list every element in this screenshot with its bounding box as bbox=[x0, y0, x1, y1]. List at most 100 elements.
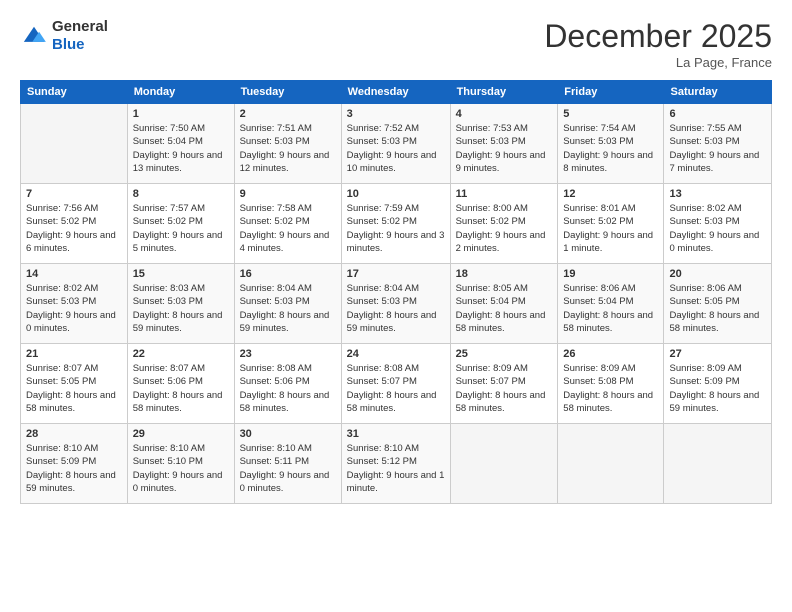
day-info: Sunrise: 8:04 AMSunset: 5:03 PMDaylight:… bbox=[347, 282, 445, 335]
day-info: Sunrise: 8:08 AMSunset: 5:06 PMDaylight:… bbox=[240, 362, 336, 415]
col-friday: Friday bbox=[558, 81, 664, 104]
calendar-cell: 16Sunrise: 8:04 AMSunset: 5:03 PMDayligh… bbox=[234, 264, 341, 344]
day-number: 14 bbox=[26, 268, 122, 280]
day-number: 11 bbox=[456, 188, 553, 200]
calendar-header-row: Sunday Monday Tuesday Wednesday Thursday… bbox=[21, 81, 772, 104]
calendar-cell: 30 Sunrise: 8:10 AMSunset: 5:11 PMDayligh… bbox=[234, 424, 341, 504]
calendar-cell: 24 Sunrise: 8:08 AMSunset: 5:07 PMDayligh… bbox=[341, 344, 450, 424]
page: General Blue December 2025 La Page, Fran… bbox=[0, 0, 792, 612]
day-number: 4 bbox=[456, 108, 553, 120]
calendar-cell: 11 Sunrise: 8:00 AMSunset: 5:02 PMDayligh… bbox=[450, 184, 558, 264]
day-number: 25 bbox=[456, 348, 553, 360]
calendar-cell: 13 Sunrise: 8:02 AMSunset: 5:03 PMDayligh… bbox=[664, 184, 772, 264]
day-number: 23 bbox=[240, 348, 336, 360]
day-info: Sunrise: 8:03 AMSunset: 5:03 PMDaylight:… bbox=[133, 282, 229, 335]
day-number: 26 bbox=[563, 348, 658, 360]
calendar-cell: 25Sunrise: 8:09 AMSunset: 5:07 PMDayligh… bbox=[450, 344, 558, 424]
calendar-cell: 4 Sunrise: 7:53 AMSunset: 5:03 PMDaylight… bbox=[450, 104, 558, 184]
calendar-cell: 21 Sunrise: 8:07 AMSunset: 5:05 PMDayligh… bbox=[21, 344, 128, 424]
day-info: Sunrise: 8:09 AMSunset: 5:08 PMDaylight:… bbox=[563, 362, 658, 415]
day-number: 28 bbox=[26, 428, 122, 440]
day-info: Sunrise: 8:07 AMSunset: 5:06 PMDaylight:… bbox=[133, 362, 229, 415]
day-info: Sunrise: 7:51 AMSunset: 5:03 PMDaylight:… bbox=[240, 122, 336, 175]
day-info: Sunrise: 7:59 AMSunset: 5:02 PMDaylight:… bbox=[347, 202, 445, 255]
day-number: 24 bbox=[347, 348, 445, 360]
day-info: Sunrise: 7:58 AMSunset: 5:02 PMDaylight:… bbox=[240, 202, 336, 255]
day-number: 18 bbox=[456, 268, 553, 280]
day-info: Sunrise: 8:07 AMSunset: 5:05 PMDaylight:… bbox=[26, 362, 122, 415]
calendar-cell: 3Sunrise: 7:52 AMSunset: 5:03 PMDaylight… bbox=[341, 104, 450, 184]
day-info: Sunrise: 8:04 AMSunset: 5:03 PMDaylight:… bbox=[240, 282, 336, 335]
month-title: December 2025 bbox=[544, 18, 772, 55]
day-info: Sunrise: 7:50 AMSunset: 5:04 PMDaylight:… bbox=[133, 122, 229, 175]
title-block: December 2025 La Page, France bbox=[544, 18, 772, 70]
logo-icon bbox=[20, 25, 48, 47]
calendar-cell: 28 Sunrise: 8:10 AMSunset: 5:09 PMDayligh… bbox=[21, 424, 128, 504]
day-info: Sunrise: 7:56 AMSunset: 5:02 PMDaylight:… bbox=[26, 202, 122, 255]
day-info: Sunrise: 8:01 AMSunset: 5:02 PMDaylight:… bbox=[563, 202, 658, 255]
day-number: 30 bbox=[240, 428, 336, 440]
day-number: 19 bbox=[563, 268, 658, 280]
calendar-week-row: 21 Sunrise: 8:07 AMSunset: 5:05 PMDayligh… bbox=[21, 344, 772, 424]
col-sunday: Sunday bbox=[21, 81, 128, 104]
day-info: Sunrise: 8:10 AMSunset: 5:11 PMDaylight:… bbox=[240, 442, 336, 495]
day-number: 9 bbox=[240, 188, 336, 200]
calendar-table: Sunday Monday Tuesday Wednesday Thursday… bbox=[20, 80, 772, 504]
day-info: Sunrise: 7:53 AMSunset: 5:03 PMDaylight:… bbox=[456, 122, 553, 175]
day-info: Sunrise: 8:10 AMSunset: 5:09 PMDaylight:… bbox=[26, 442, 122, 495]
day-info: Sunrise: 7:55 AMSunset: 5:03 PMDaylight:… bbox=[669, 122, 766, 175]
day-number: 31 bbox=[347, 428, 445, 440]
day-number: 10 bbox=[347, 188, 445, 200]
calendar-cell: 6 Sunrise: 7:55 AMSunset: 5:03 PMDaylight… bbox=[664, 104, 772, 184]
col-wednesday: Wednesday bbox=[341, 81, 450, 104]
day-info: Sunrise: 8:09 AMSunset: 5:09 PMDaylight:… bbox=[669, 362, 766, 415]
calendar-cell: 5 Sunrise: 7:54 AMSunset: 5:03 PMDaylight… bbox=[558, 104, 664, 184]
day-number: 29 bbox=[133, 428, 229, 440]
day-number: 12 bbox=[563, 188, 658, 200]
calendar-cell: 29 Sunrise: 8:10 AMSunset: 5:10 PMDayligh… bbox=[127, 424, 234, 504]
day-number: 13 bbox=[669, 188, 766, 200]
day-info: Sunrise: 8:06 AMSunset: 5:05 PMDaylight:… bbox=[669, 282, 766, 335]
calendar-week-row: 7 Sunrise: 7:56 AMSunset: 5:02 PMDaylight… bbox=[21, 184, 772, 264]
day-number: 7 bbox=[26, 188, 122, 200]
day-number: 1 bbox=[133, 108, 229, 120]
day-info: Sunrise: 8:08 AMSunset: 5:07 PMDaylight:… bbox=[347, 362, 445, 415]
day-info: Sunrise: 7:54 AMSunset: 5:03 PMDaylight:… bbox=[563, 122, 658, 175]
day-number: 2 bbox=[240, 108, 336, 120]
header: General Blue December 2025 La Page, Fran… bbox=[20, 18, 772, 70]
calendar-cell: 7 Sunrise: 7:56 AMSunset: 5:02 PMDaylight… bbox=[21, 184, 128, 264]
calendar-week-row: 1 Sunrise: 7:50 AMSunset: 5:04 PMDaylight… bbox=[21, 104, 772, 184]
day-number: 8 bbox=[133, 188, 229, 200]
calendar-cell: 26 Sunrise: 8:09 AMSunset: 5:08 PMDayligh… bbox=[558, 344, 664, 424]
logo-general-text: General bbox=[52, 18, 108, 35]
day-info: Sunrise: 8:02 AMSunset: 5:03 PMDaylight:… bbox=[669, 202, 766, 255]
calendar-week-row: 28 Sunrise: 8:10 AMSunset: 5:09 PMDayligh… bbox=[21, 424, 772, 504]
calendar-cell: 10 Sunrise: 7:59 AMSunset: 5:02 PMDayligh… bbox=[341, 184, 450, 264]
day-number: 5 bbox=[563, 108, 658, 120]
calendar-cell bbox=[450, 424, 558, 504]
day-info: Sunrise: 8:00 AMSunset: 5:02 PMDaylight:… bbox=[456, 202, 553, 255]
day-info: Sunrise: 8:05 AMSunset: 5:04 PMDaylight:… bbox=[456, 282, 553, 335]
day-number: 21 bbox=[26, 348, 122, 360]
day-number: 22 bbox=[133, 348, 229, 360]
calendar-cell: 12 Sunrise: 8:01 AMSunset: 5:02 PMDayligh… bbox=[558, 184, 664, 264]
calendar-cell: 23 Sunrise: 8:08 AMSunset: 5:06 PMDayligh… bbox=[234, 344, 341, 424]
calendar-cell: 14 Sunrise: 8:02 AMSunset: 5:03 PMDayligh… bbox=[21, 264, 128, 344]
logo-blue-text: Blue bbox=[52, 36, 85, 53]
col-tuesday: Tuesday bbox=[234, 81, 341, 104]
day-info: Sunrise: 8:06 AMSunset: 5:04 PMDaylight:… bbox=[563, 282, 658, 335]
day-number: 20 bbox=[669, 268, 766, 280]
calendar-cell bbox=[21, 104, 128, 184]
calendar-cell: 17Sunrise: 8:04 AMSunset: 5:03 PMDayligh… bbox=[341, 264, 450, 344]
day-number: 3 bbox=[347, 108, 445, 120]
calendar-cell: 19 Sunrise: 8:06 AMSunset: 5:04 PMDayligh… bbox=[558, 264, 664, 344]
day-info: Sunrise: 7:57 AMSunset: 5:02 PMDaylight:… bbox=[133, 202, 229, 255]
calendar-week-row: 14 Sunrise: 8:02 AMSunset: 5:03 PMDayligh… bbox=[21, 264, 772, 344]
day-info: Sunrise: 8:10 AMSunset: 5:12 PMDaylight:… bbox=[347, 442, 445, 495]
col-thursday: Thursday bbox=[450, 81, 558, 104]
day-info: Sunrise: 8:10 AMSunset: 5:10 PMDaylight:… bbox=[133, 442, 229, 495]
day-number: 6 bbox=[669, 108, 766, 120]
calendar-cell bbox=[664, 424, 772, 504]
calendar-cell bbox=[558, 424, 664, 504]
day-info: Sunrise: 8:02 AMSunset: 5:03 PMDaylight:… bbox=[26, 282, 122, 335]
